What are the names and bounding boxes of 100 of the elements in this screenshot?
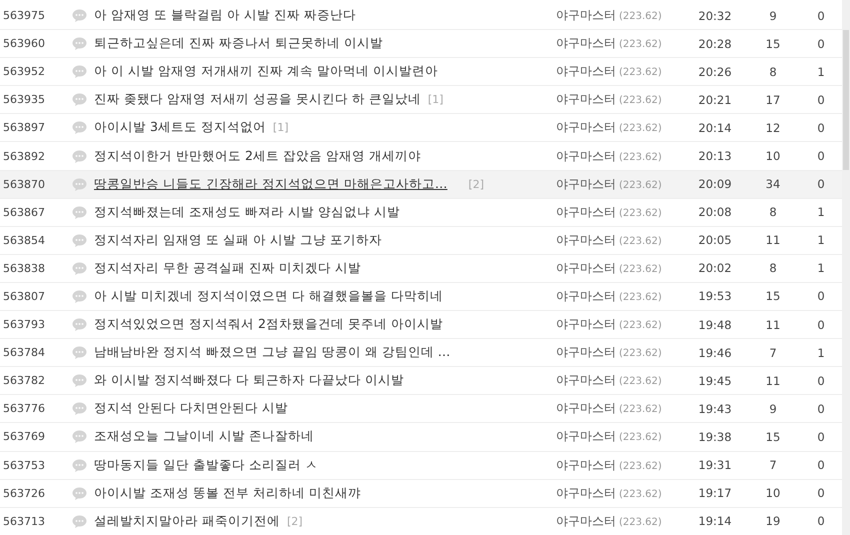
post-title-link[interactable]: 정지석있었으면 정지석줘서 2점차됐을건데 못주네 아이시발 [94,316,443,334]
speech-bubble-icon [72,9,87,22]
post-row[interactable]: 563867 정지석빠졌는데 조재성도 빠져라 시발 양심없냐 시발 야구마스터 (223.62) 20:08 8 1 [0,198,842,227]
post-title-link[interactable]: 정지석자리 무한 공격실패 진짜 미치겠다 시발 [94,260,361,277]
post-number: 563935 [2,93,46,106]
view-count: 7 [768,346,778,360]
post-row[interactable]: 563870 땅콩일반승 니들도 긴장해라 정지석없으면 마해은고사하고… [2] 야구마스터 (223.62) 20:09 34 0 [0,170,842,199]
author-ip: (223.62) [619,376,662,388]
recommend-count: 0 [816,120,826,135]
recommend-count: 0 [816,402,826,416]
post-title-link[interactable]: 설레발치지말아라 패죽이기전에 [94,512,280,530]
author-ip: (223.62) [619,460,662,472]
post-title-link[interactable]: 아 이 시발 암재영 저개새끼 진짜 계속 말아먹네 이시발련아 [94,63,438,80]
post-title-link[interactable]: 진짜 좆됐다 암재영 저새끼 성공을 못시킨다 하 큰일났네 [94,91,421,108]
author-name: 야구마스터 [556,176,616,191]
speech-bubble-icon [72,262,87,275]
post-row[interactable]: 563753 땅마동지들 일단 출발좋다 소리질러 ㅅ 야구마스터 (223.62) 19:31 7 0 [0,452,842,480]
post-title-link[interactable]: 땅콩일반승 니들도 긴장해라 정지석없으면 마해은고사하고… [94,176,448,193]
view-count: 9 [768,8,778,23]
post-title-link[interactable]: 아 시발 미치겠네 정지석이였으면 다 해결했을볼을 다막히네 [94,288,443,305]
post-number: 563807 [2,290,46,303]
comment-count: [2] [286,514,303,528]
post-time: 19:46 [697,346,733,360]
post-time: 20:21 [697,92,733,107]
post-time: 20:28 [697,36,733,51]
author-ip: (223.62) [619,264,662,275]
scrollbar[interactable] [842,0,850,535]
view-count: 11 [764,233,782,248]
view-count: 7 [768,458,778,472]
post-time: 19:38 [697,430,733,444]
author-ip: (223.62) [619,292,662,303]
author-ip: (223.62) [619,320,662,332]
post-time: 19:48 [697,318,733,332]
post-number: 563960 [2,37,46,50]
speech-bubble-icon [72,121,87,134]
view-count: 8 [768,64,778,79]
post-title-link[interactable]: 정지석 안된다 다치면안된다 시발 [94,400,288,418]
view-count: 15 [764,430,782,444]
view-count: 8 [768,261,778,276]
post-title-link[interactable]: 조재성오늘 그날이네 시발 존나잘하네 [94,428,314,446]
view-count: 10 [764,486,782,500]
post-title-link[interactable]: 정지석자리 임재영 또 실패 아 시발 그냥 포기하자 [94,232,382,249]
author-name: 야구마스터 [556,36,616,50]
recommend-count: 0 [816,177,826,192]
author-ip: (223.62) [619,11,662,22]
speech-bubble-icon [72,514,87,528]
author-ip: (223.62) [619,67,662,78]
post-number: 563952 [2,65,46,78]
post-title-link[interactable]: 아이시발 3세트도 정지석없어 [94,119,266,136]
speech-bubble-icon [72,150,87,163]
post-title-link[interactable]: 정지석이한거 반만했어도 2세트 잡았음 암재영 개세끼야 [94,148,421,165]
speech-bubble-icon [72,65,87,78]
author-ip: (223.62) [619,516,662,528]
author-ip: (223.62) [619,39,662,50]
speech-bubble-icon [72,206,87,219]
view-count: 12 [764,120,782,135]
post-title-link[interactable]: 남배남바완 정지석 빠졌으면 그냥 끝임 땅콩이 왜 강팀인데 … [94,344,450,362]
scrollbar-thumb[interactable] [843,30,849,170]
author-name: 야구마스터 [556,429,616,444]
view-count: 11 [764,374,782,388]
post-title-link[interactable]: 와 이시발 정지석빠졌다 다 퇴근하자 다끝났다 이시발 [94,372,404,390]
comment-count: [2] [468,178,484,191]
speech-bubble-icon [72,318,87,332]
post-time: 20:14 [697,120,733,135]
recommend-count: 0 [816,36,826,51]
author-name: 야구마스터 [556,317,616,332]
post-number: 563897 [2,121,46,134]
comment-count: [1] [272,121,288,134]
post-number: 563769 [2,430,46,444]
post-time: 19:14 [697,514,733,528]
recommend-count: 1 [816,261,826,276]
view-count: 10 [764,149,782,164]
post-time: 20:05 [697,233,733,248]
post-title-link[interactable]: 땅마동지들 일단 출발좋다 소리질러 ㅅ [94,456,318,474]
speech-bubble-icon [72,234,87,247]
post-time: 20:26 [697,64,733,79]
speech-bubble-icon [72,458,87,472]
post-title-link[interactable]: 아이시발 조재성 똥볼 전부 처리하네 미친새꺄 [94,484,361,502]
author-name: 야구마스터 [556,64,616,78]
post-time: 19:45 [697,374,733,388]
author-name: 야구마스터 [556,514,616,528]
speech-bubble-icon [72,37,87,50]
post-time: 19:17 [697,486,733,500]
comment-count: [1] [428,93,444,106]
post-number: 563892 [2,150,46,163]
view-count: 15 [764,36,782,51]
post-row[interactable]: 563726 아이시발 조재성 똥볼 전부 처리하네 미친새꺄 야구마스터 (223.62) 19:17 10 0 [0,480,842,508]
post-title-link[interactable]: 정지석빠졌는데 조재성도 빠져라 시발 양심없냐 시발 [94,204,400,221]
post-time: 20:08 [697,205,733,220]
recommend-count: 0 [816,458,826,472]
speech-bubble-icon [72,402,87,416]
author-name: 야구마스터 [556,204,616,219]
recommend-count: 0 [816,289,826,304]
recommend-count: 1 [816,205,826,220]
speech-bubble-icon [72,346,87,360]
recommend-count: 0 [816,149,826,164]
post-number: 563854 [2,234,46,247]
view-count: 9 [768,402,778,416]
post-title-link[interactable]: 아 암재영 또 블락걸림 아 시발 진짜 짜증난다 [94,7,356,24]
post-title-link[interactable]: 퇴근하고싶은데 진짜 짜증나서 퇴근못하네 이시발 [94,35,383,52]
